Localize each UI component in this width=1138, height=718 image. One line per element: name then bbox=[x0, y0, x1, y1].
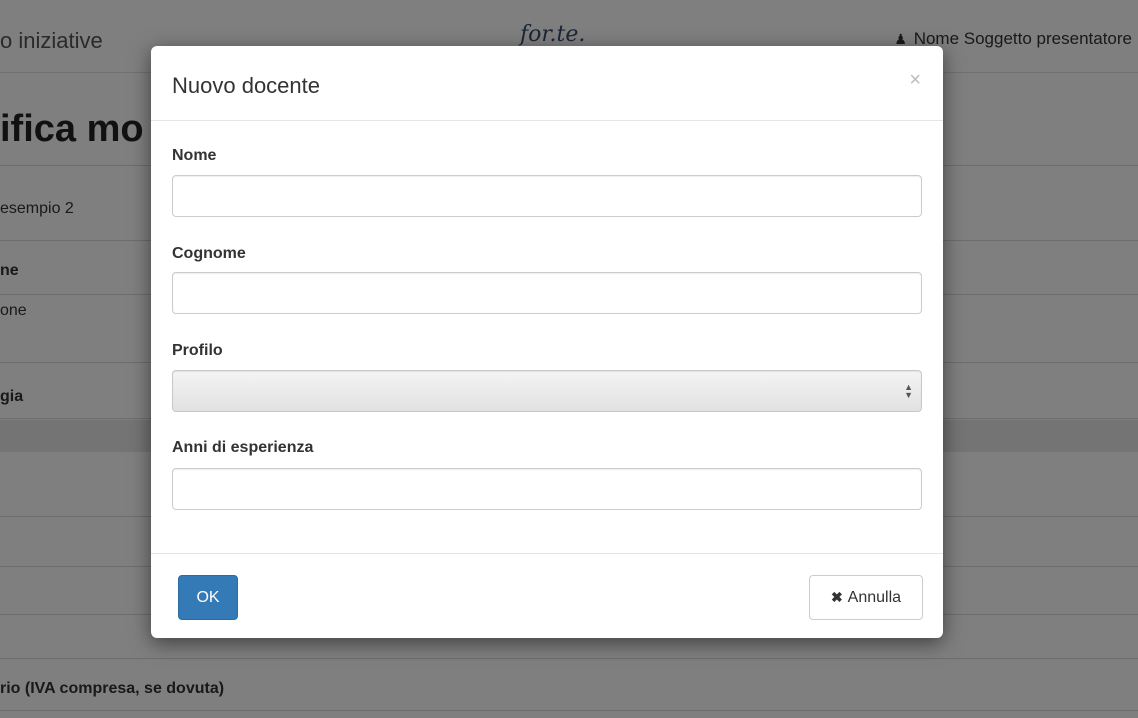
cancel-label: Annulla bbox=[847, 588, 902, 606]
cancel-button[interactable]: ✖ Annulla bbox=[809, 575, 923, 620]
new-teacher-dialog: Nuovo docente × Nome Cognome Profilo ▲ ▼ … bbox=[151, 46, 943, 638]
profilo-label: Profilo bbox=[172, 342, 223, 359]
select-arrows-icon: ▲ ▼ bbox=[904, 382, 913, 400]
modal-footer: OK ✖ Annulla bbox=[151, 554, 943, 639]
profilo-select[interactable]: ▲ ▼ bbox=[172, 370, 922, 412]
x-icon: ✖ bbox=[830, 589, 843, 605]
nome-label: Nome bbox=[172, 147, 217, 164]
modal-title: Nuovo docente bbox=[172, 73, 320, 98]
anni-esperienza-input[interactable] bbox=[172, 468, 922, 510]
cognome-label: Cognome bbox=[172, 245, 246, 262]
ok-button[interactable]: OK bbox=[178, 575, 238, 620]
anni-label: Anni di esperienza bbox=[172, 439, 314, 456]
cognome-input[interactable] bbox=[172, 272, 922, 314]
close-icon[interactable]: × bbox=[909, 70, 921, 90]
modal-header: Nuovo docente × bbox=[151, 46, 943, 121]
nome-input[interactable] bbox=[172, 175, 922, 217]
modal-body: Nome Cognome Profilo ▲ ▼ Anni di esperien… bbox=[151, 121, 943, 554]
